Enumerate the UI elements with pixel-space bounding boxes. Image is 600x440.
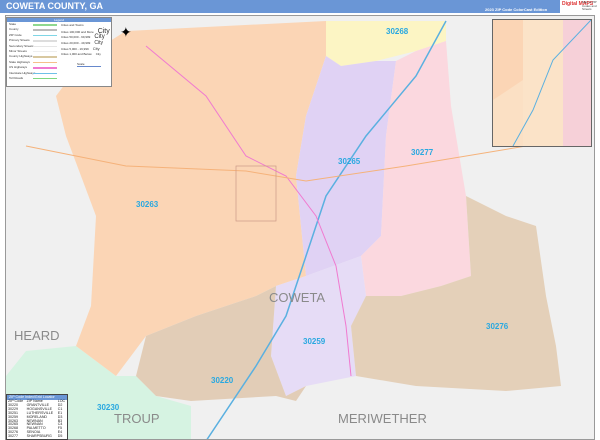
legend-swatch — [33, 45, 57, 48]
logo-subtext: Map of ZIP Codes and Streets — [582, 0, 597, 11]
legend-city-label: Cities 50,000 - 99,999 — [61, 35, 91, 39]
county-label-meriwether: MERIWETHER — [338, 411, 427, 426]
map-title: COWETA COUNTY, GA — [6, 1, 103, 11]
inset-area-center — [523, 20, 563, 146]
legend-item-label: County Highways — [9, 54, 33, 59]
zip-index-table: ZIP Code Index/Grid Locator ZIP Code ZIP… — [6, 394, 68, 440]
compass-rose-icon: ✦ — [120, 24, 132, 40]
legend-item-label: Toll Roads — [9, 75, 24, 80]
county-label-coweta: COWETA — [269, 290, 325, 305]
zip-index-row: 30277 SHARPSBURG D5 — [7, 434, 67, 439]
zip-label-30220: 30220 — [211, 376, 234, 385]
zip-label-30259: 30259 — [303, 337, 326, 346]
county-label-troup: TROUP — [114, 411, 160, 426]
zip-label-30263: 30263 — [136, 200, 159, 209]
zip-index-cell: D5 — [57, 434, 63, 439]
legend-swatch — [33, 34, 57, 37]
inset-map — [492, 19, 592, 147]
inset-map-svg — [493, 19, 592, 147]
legend-item-label: US Highways — [9, 65, 28, 70]
zip-label-30268: 30268 — [386, 27, 409, 36]
scale-bar: Scale — [77, 62, 101, 67]
legend-swatch — [33, 24, 57, 26]
legend-city-label: Cities 1,000 and Below — [61, 52, 92, 56]
legend-city-row: Cities 5,000 - 19,999 City — [61, 46, 100, 51]
legend-swatch — [33, 40, 57, 42]
legend-item-label: Minor Streets — [9, 48, 27, 53]
legend-item-label: Primary Streets — [9, 38, 30, 43]
header-bar: COWETA COUNTY, GA 2023 ZIP Code ColorCas… — [0, 0, 600, 13]
legend-city-label: Cities 5,000 - 19,999 — [61, 47, 89, 51]
legend-item-label: State — [9, 22, 17, 26]
legend-swatch — [33, 50, 57, 53]
legend-swatch — [33, 77, 57, 80]
legend-item-label: Secondary Streets — [9, 43, 34, 48]
legend-cities-title: Cities and Towns — [61, 23, 84, 27]
legend-swatch — [33, 67, 57, 69]
zip-label-30277: 30277 — [411, 148, 434, 157]
legend-city-sample: City — [92, 46, 100, 51]
legend-item: Toll Roads — [7, 76, 61, 81]
logo: Digital MAPS Map of ZIP Codes and Street… — [560, 0, 600, 13]
legend-item-label: ZIP Code — [9, 32, 22, 37]
edition-label: 2023 ZIP Code ColorCast Edition — [485, 7, 548, 12]
legend-city-sample: City — [95, 52, 101, 56]
legend-swatch — [33, 61, 57, 64]
zip-label-30265: 30265 — [338, 157, 361, 166]
legend-item-label: State Highways — [9, 59, 30, 64]
zip-label-30276: 30276 — [486, 322, 509, 331]
legend-item-label: County — [9, 27, 19, 32]
legend-swatch — [33, 29, 57, 31]
county-label-heard: HEARD — [14, 328, 60, 343]
zip-index-cell: SHARPSBURG — [26, 434, 52, 439]
legend-city-row: Cities 1,000 and Below City — [61, 52, 101, 56]
legend-item-label: Interstate Highways — [9, 70, 36, 75]
inset-area-west — [493, 20, 523, 100]
legend-panel: Legend State County ZIP Code Primary Street… — [6, 17, 112, 87]
legend-swatch — [33, 56, 57, 58]
zip-index-cell: 30277 — [8, 434, 18, 439]
legend-city-label: Cities 20,000 - 49,999 — [61, 41, 91, 45]
legend-swatch — [33, 72, 57, 75]
inset-area-east — [563, 20, 591, 146]
